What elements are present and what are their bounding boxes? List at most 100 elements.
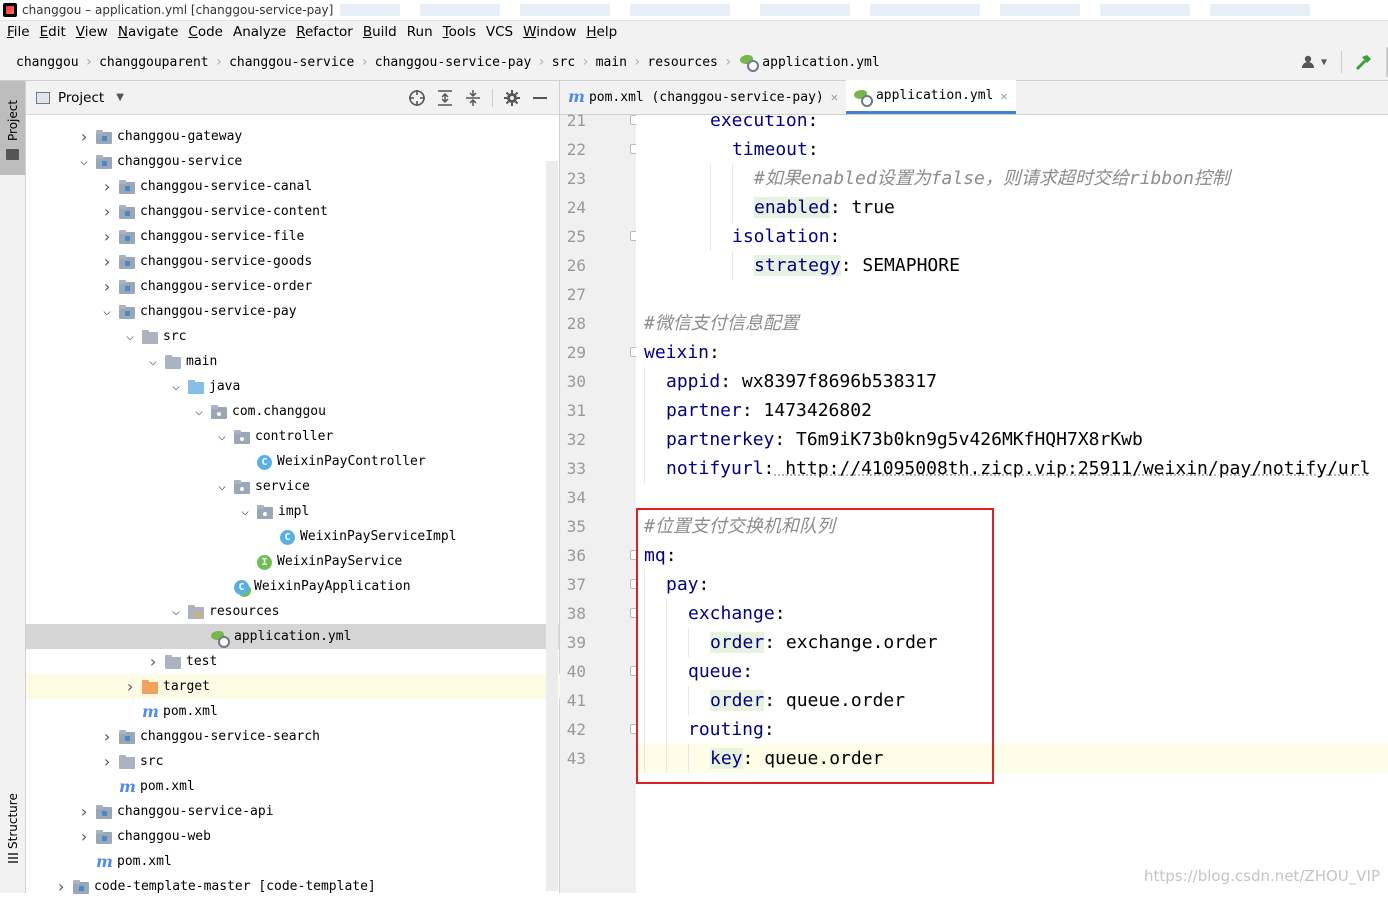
yaml-value: wx8397f8696b538317: [731, 371, 937, 392]
expand-arrow-icon[interactable]: ⌵: [192, 404, 206, 419]
tree-node[interactable]: ⌵changgou-service-pay: [26, 299, 560, 324]
chevron-down-icon[interactable]: ▼: [1321, 57, 1327, 68]
menu-item-run[interactable]: Run: [402, 24, 438, 40]
tree-node[interactable]: › changgou-gateway: [26, 124, 560, 149]
breadcrumb-item[interactable]: changgou-service: [223, 55, 360, 70]
breadcrumb-item[interactable]: application.yml: [762, 55, 885, 70]
tree-node[interactable]: ›changgou-service-content: [26, 199, 560, 224]
gear-icon[interactable]: [503, 89, 521, 111]
tree-node[interactable]: ⌵changgou-service: [26, 149, 560, 174]
expand-arrow-icon[interactable]: ⌵: [215, 429, 229, 444]
breadcrumb-item[interactable]: changgou-service-pay: [369, 55, 538, 70]
tree-scrollbar[interactable]: [546, 161, 558, 891]
tree-node[interactable]: ›changgou-service-search: [26, 724, 560, 749]
collapse-arrow-icon[interactable]: ›: [77, 827, 91, 846]
breadcrumb-item[interactable]: main: [590, 55, 633, 70]
collapse-arrow-icon[interactable]: ›: [77, 127, 91, 146]
breadcrumb-item[interactable]: src: [546, 55, 581, 70]
menu-item-analyze[interactable]: Analyze: [228, 24, 291, 40]
tree-node[interactable]: CWeixinPayController: [26, 449, 560, 474]
chevron-down-icon[interactable]: ▼: [116, 92, 124, 103]
collapse-arrow-icon[interactable]: ›: [54, 877, 68, 896]
code-area[interactable]: execution:timeout:#如果enabled设置为false，则请求…: [636, 115, 1388, 893]
collapse-arrow-icon[interactable]: ›: [100, 177, 114, 196]
menu-item-code[interactable]: Code: [183, 24, 228, 40]
tree-node[interactable]: ›changgou-service-order: [26, 274, 560, 299]
menu-item-window[interactable]: Window: [518, 24, 581, 40]
collapse-all-icon[interactable]: [464, 89, 482, 111]
collapse-arrow-icon[interactable]: ›: [146, 652, 160, 671]
tree-node[interactable]: ⌵controller: [26, 424, 560, 449]
menu-item-build[interactable]: Build: [358, 24, 402, 40]
tree-node[interactable]: ›changgou-service-canal: [26, 174, 560, 199]
tree-node-label: application.yml: [234, 629, 351, 644]
hide-panel-icon[interactable]: [531, 89, 549, 111]
collapse-arrow-icon[interactable]: ›: [100, 752, 114, 771]
menu-item-navigate[interactable]: Navigate: [113, 24, 184, 40]
tree-node[interactable]: CWeixinPayApplication: [26, 574, 560, 599]
tree-node[interactable]: mpom.xml: [26, 699, 560, 724]
tree-node[interactable]: ⌵resources: [26, 599, 560, 624]
tree-node[interactable]: ›changgou-service-goods: [26, 249, 560, 274]
menu-item-tools[interactable]: Tools: [438, 24, 481, 40]
menu-item-view[interactable]: View: [71, 24, 113, 40]
tab-pom-xml[interactable]: m pom.xml (changgou-service-pay) ✕: [560, 80, 846, 114]
tree-node[interactable]: ⌵main: [26, 349, 560, 374]
expand-arrow-icon[interactable]: ⌵: [77, 154, 91, 169]
tree-node[interactable]: ›changgou-service-file: [26, 224, 560, 249]
code-line: weixin:: [636, 338, 1388, 367]
tree-node[interactable]: ›code-template-master [code-template]: [26, 874, 560, 899]
build-hammer-icon[interactable]: [1354, 54, 1370, 70]
menu-item-refactor[interactable]: Refactor: [291, 24, 358, 40]
project-view-selector[interactable]: Project: [58, 90, 104, 106]
collapse-arrow-icon[interactable]: ›: [100, 277, 114, 296]
collapse-arrow-icon[interactable]: ›: [100, 202, 114, 221]
close-icon[interactable]: ✕: [1000, 89, 1007, 103]
tree-node[interactable]: ⌵java: [26, 374, 560, 399]
yaml-key: order: [710, 632, 764, 653]
project-tool-tab[interactable]: Project: [0, 81, 25, 175]
expand-arrow-icon[interactable]: ⌵: [215, 479, 229, 494]
user-icon[interactable]: [1301, 54, 1317, 70]
collapse-arrow-icon[interactable]: ›: [77, 802, 91, 821]
tree-node[interactable]: ›src: [26, 749, 560, 774]
tree-node[interactable]: ⌵impl: [26, 499, 560, 524]
locate-file-icon[interactable]: [408, 89, 426, 111]
tree-node[interactable]: application.yml: [26, 624, 560, 649]
menu-item-help[interactable]: Help: [581, 24, 622, 40]
tree-node[interactable]: ⌵service: [26, 474, 560, 499]
tree-node[interactable]: mpom.xml: [26, 849, 560, 874]
expand-arrow-icon[interactable]: ⌵: [100, 304, 114, 319]
collapse-arrow-icon[interactable]: ›: [100, 252, 114, 271]
breadcrumb-item[interactable]: changgou: [10, 55, 85, 70]
menu-item-edit[interactable]: Edit: [35, 24, 71, 40]
tree-node-label: changgou-web: [117, 829, 211, 844]
tree-node[interactable]: ›target: [26, 674, 560, 699]
tree-node[interactable]: ⌵com.changgou: [26, 399, 560, 424]
menu-item-vcs[interactable]: VCS: [481, 24, 518, 40]
expand-arrow-icon[interactable]: ⌵: [169, 379, 183, 394]
tree-node[interactable]: ›changgou-service-api: [26, 799, 560, 824]
menu-item-file[interactable]: File: [2, 24, 35, 40]
tree-node[interactable]: › changgou-web: [26, 824, 560, 849]
structure-tool-tab[interactable]: Structure: [0, 771, 25, 866]
close-icon[interactable]: ✕: [831, 90, 838, 104]
tree-node[interactable]: IWeixinPayService: [26, 549, 560, 574]
expand-all-icon[interactable]: [436, 89, 454, 111]
breadcrumb-item[interactable]: resources: [641, 55, 723, 70]
collapse-arrow-icon[interactable]: ›: [123, 677, 137, 696]
tree-node[interactable]: ⌵src: [26, 324, 560, 349]
expand-arrow-icon[interactable]: ⌵: [169, 604, 183, 619]
collapse-arrow-icon[interactable]: ›: [100, 727, 114, 746]
collapse-arrow-icon[interactable]: ›: [100, 227, 114, 246]
background-tab-placeholder: [1000, 4, 1080, 16]
expand-arrow-icon[interactable]: ⌵: [238, 504, 252, 519]
tab-application-yml[interactable]: application.yml ✕: [846, 80, 1016, 114]
breadcrumb-item[interactable]: changgouparent: [93, 55, 215, 70]
tree-node[interactable]: mpom.xml: [26, 774, 560, 799]
tree-node-label: changgou-gateway: [117, 129, 242, 144]
expand-arrow-icon[interactable]: ⌵: [146, 354, 160, 369]
tree-node[interactable]: ›test: [26, 649, 560, 674]
expand-arrow-icon[interactable]: ⌵: [123, 329, 137, 344]
tree-node[interactable]: CWeixinPayServiceImpl: [26, 524, 560, 549]
